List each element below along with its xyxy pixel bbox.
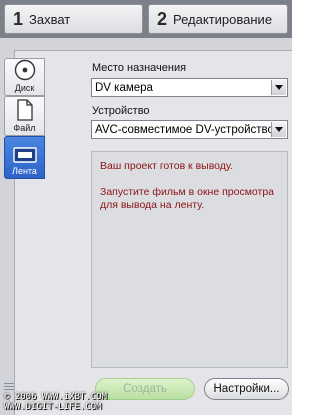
side-tab-label: Диск — [14, 83, 35, 93]
resize-grip-icon[interactable] — [4, 383, 14, 392]
device-value: AVC-совместимое DV-устройство — [95, 123, 271, 136]
device-label: Устройство — [92, 105, 150, 117]
watermark: © 2006 WWW.iXBT.COM WWW.DIGIT-LIFE.COM — [4, 392, 107, 412]
side-tab-label: Лента — [12, 166, 37, 176]
side-tab-disk[interactable]: Диск — [4, 58, 45, 96]
chevron-down-icon[interactable] — [271, 122, 286, 137]
destination-value: DV камера — [95, 81, 153, 94]
destination-select[interactable]: DV камера — [91, 78, 288, 97]
file-icon — [16, 99, 33, 121]
chevron-down-icon[interactable] — [271, 80, 286, 95]
step-number: 1 — [13, 8, 24, 29]
side-tab-tape[interactable]: Лента — [4, 136, 45, 179]
device-select[interactable]: AVC-совместимое DV-устройство — [91, 120, 288, 139]
side-tab-file[interactable]: Файл — [4, 96, 45, 136]
step-label: Редактирование — [173, 11, 273, 27]
settings-button[interactable]: Настройки... — [204, 378, 289, 400]
step-tab-capture[interactable]: 1 Захват — [4, 4, 143, 34]
step-label: Захват — [29, 11, 71, 27]
tape-icon — [12, 147, 37, 163]
watermark-line: WWW.DIGIT-LIFE.COM — [4, 402, 102, 412]
create-button[interactable]: Создать — [95, 378, 195, 400]
step-number: 2 — [157, 8, 168, 29]
side-tab-label: Файл — [13, 123, 36, 133]
status-message-ready: Ваш проект готов к выводу. — [100, 160, 234, 172]
disc-icon — [14, 59, 35, 81]
status-message-instruction: Запустите фильм в окне просмотра для выв… — [100, 186, 275, 211]
step-tab-editing[interactable]: 2 Редактирование — [148, 4, 288, 34]
watermark-line: © 2006 WWW.iXBT.COM — [4, 392, 107, 402]
destination-label: Место назначения — [92, 62, 187, 74]
step-tabs: 1 Захват 2 Редактирование — [0, 0, 292, 38]
status-message-box: Ваш проект готов к выводу. Запустите фил… — [91, 151, 288, 368]
